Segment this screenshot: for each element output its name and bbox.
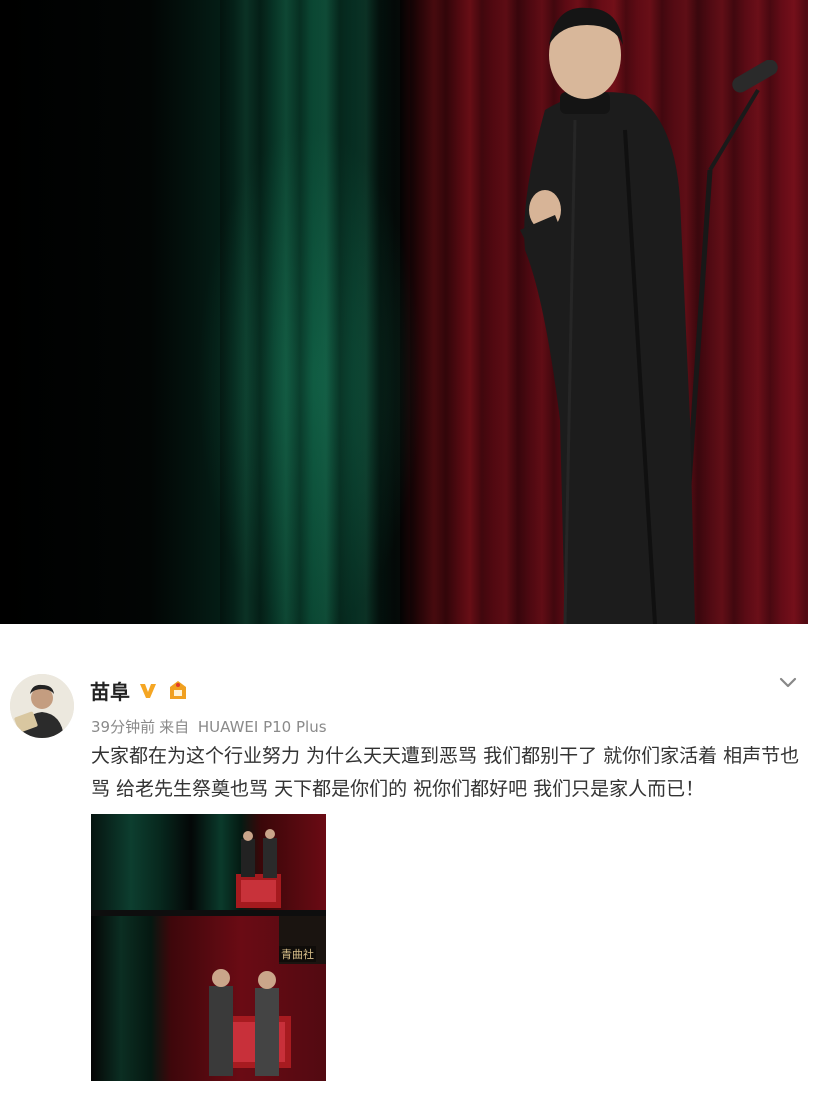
chevron-down-icon[interactable] [776, 670, 800, 694]
verified-icon [140, 684, 156, 698]
vip-icon[interactable] [166, 679, 190, 701]
weibo-post: 苗阜 39分钟前 来自 HUAWEI P10 Plus 大家都在为这个行业努力 为… [0, 624, 824, 1099]
source-device[interactable]: HUAWEI P10 Plus [198, 718, 327, 736]
post-image-bottom-photo: 青曲社 [91, 916, 326, 1081]
post-time: 39分钟前 [91, 718, 156, 736]
image-overlay-text: 青曲社 [279, 946, 316, 962]
post-text: 大家都在为这个行业努力 为什么天天遭到恶骂 我们都别干了 就你们家活着 相声节也… [91, 745, 800, 800]
green-curtain [220, 0, 400, 624]
post-image-top-photo [91, 814, 326, 910]
post-meta: 39分钟前 来自 HUAWEI P10 Plus [91, 716, 331, 737]
performer-figure [520, 7, 695, 624]
stage-photo[interactable] [0, 0, 808, 624]
username[interactable]: 苗阜 [90, 676, 130, 705]
source-prefix: 来自 [159, 718, 190, 736]
post-image[interactable]: 青曲社 [91, 814, 326, 1081]
avatar[interactable] [10, 674, 74, 738]
